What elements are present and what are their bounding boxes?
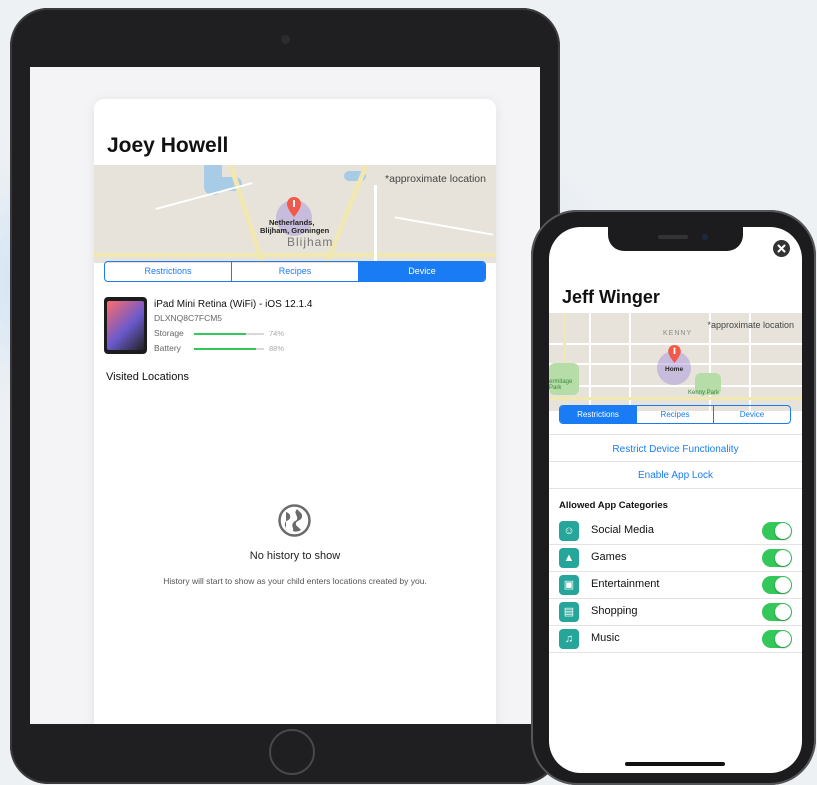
iphone-screen: Jeff Winger *approximate location KENNY … <box>549 227 802 773</box>
storage-value: 74% <box>269 329 285 338</box>
approximate-location-label: *approximate location <box>385 173 486 185</box>
ipad-screen: Joey Howell *approximate location Nether… <box>30 67 540 724</box>
child-profile-sheet: Joey Howell *approximate location Nether… <box>94 99 496 724</box>
iphone-notch <box>608 227 743 251</box>
battery-label: Battery <box>154 343 181 353</box>
entertainment-toggle[interactable] <box>762 576 792 594</box>
close-button[interactable] <box>773 240 790 257</box>
ipad-camera <box>281 35 290 44</box>
storage-label: Storage <box>154 328 184 338</box>
divider <box>549 488 802 489</box>
city-label: Blijham <box>287 235 334 249</box>
approximate-location-label: *approximate location <box>707 320 794 330</box>
battery-bar <box>194 348 264 350</box>
categories-title: Allowed App Categories <box>559 500 668 511</box>
visited-locations-title: Visited Locations <box>106 371 189 383</box>
home-pin-icon <box>668 345 681 363</box>
area-label: KENNY <box>663 330 693 337</box>
home-indicator[interactable] <box>625 762 725 766</box>
device-serial: DLXNQ8C7FCM5 <box>154 313 223 323</box>
social-media-toggle[interactable] <box>762 522 792 540</box>
category-label: Games <box>591 551 627 563</box>
globe-icon <box>278 504 311 537</box>
music-icon: ♫ <box>559 629 579 649</box>
category-label: Social Media <box>591 524 654 536</box>
shopping-toggle[interactable] <box>762 603 792 621</box>
ipad-home-button[interactable] <box>269 729 315 775</box>
category-label: Music <box>591 632 620 644</box>
restrict-device-button[interactable]: Restrict Device Functionality <box>549 444 802 455</box>
tab-restrictions[interactable]: Restrictions <box>560 406 637 423</box>
tab-device[interactable]: Device <box>359 262 485 281</box>
list-item: ▣ Entertainment <box>549 572 802 599</box>
device-thumbnail <box>104 297 147 354</box>
device-name: iPad Mini Retina (WiFi) - iOS 12.1.4 <box>154 299 313 310</box>
location-pin-icon <box>287 197 301 217</box>
category-label: Shopping <box>591 605 638 617</box>
pin-label: Home <box>665 366 684 373</box>
games-toggle[interactable] <box>762 549 792 567</box>
page-title: Joey Howell <box>107 134 229 157</box>
place-subtitle: Blijham, Groningen <box>260 226 330 235</box>
segmented-tabs: Restrictions Recipes Device <box>104 261 486 282</box>
list-item: ▲ Games <box>549 545 802 572</box>
tab-recipes[interactable]: Recipes <box>232 262 359 281</box>
tab-recipes[interactable]: Recipes <box>637 406 714 423</box>
enable-app-lock-button[interactable]: Enable App Lock <box>549 470 802 481</box>
storage-bar <box>194 333 264 335</box>
empty-state-title: No history to show <box>249 550 341 562</box>
music-toggle[interactable] <box>762 630 792 648</box>
tab-device[interactable]: Device <box>714 406 790 423</box>
divider <box>549 461 802 462</box>
tab-restrictions[interactable]: Restrictions <box>105 262 232 281</box>
location-map[interactable]: *approximate location Netherlands, Blijh… <box>94 165 496 263</box>
location-map[interactable]: *approximate location KENNY Home Kenny P… <box>549 313 802 411</box>
people-icon: ☺ <box>559 521 579 541</box>
battery-value: 88% <box>269 344 285 353</box>
divider <box>549 434 802 435</box>
list-item: ▤ Shopping <box>549 599 802 626</box>
park2-label: ermitage Park <box>549 379 573 391</box>
segmented-tabs: Restrictions Recipes Device <box>559 405 791 424</box>
category-label: Entertainment <box>591 578 660 590</box>
cart-icon: ▤ <box>559 602 579 622</box>
list-item: ♫ Music <box>549 626 802 653</box>
clapperboard-icon: ▣ <box>559 575 579 595</box>
ipad-device: Joey Howell *approximate location Nether… <box>10 8 560 784</box>
empty-state-text: History will start to show as your child… <box>163 576 427 586</box>
page-title: Jeff Winger <box>562 287 660 307</box>
gamepad-icon: ▲ <box>559 548 579 568</box>
close-icon <box>777 244 786 253</box>
list-item: ☺ Social Media <box>549 518 802 545</box>
park-label: Kenny Park <box>688 390 720 396</box>
